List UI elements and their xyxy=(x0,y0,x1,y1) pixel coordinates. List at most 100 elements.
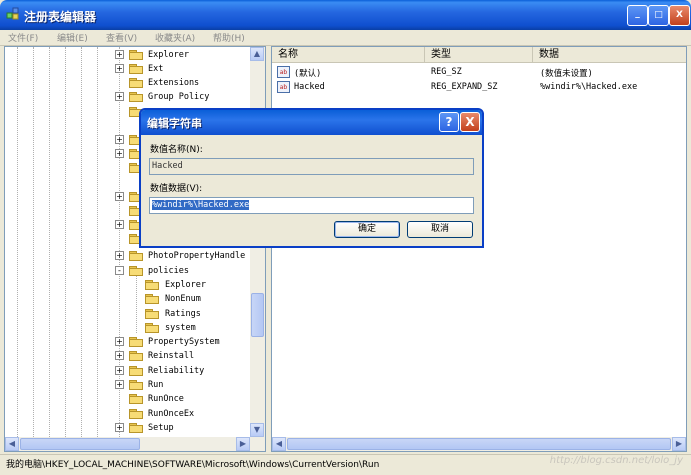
folder-open-icon xyxy=(129,266,143,276)
folder-icon xyxy=(129,78,143,88)
registry-path: 我的电脑\HKEY_LOCAL_MACHINE\SOFTWARE\Microso… xyxy=(6,460,380,470)
folder-icon xyxy=(129,409,143,419)
menu-edit[interactable]: 编辑(E) xyxy=(57,31,88,44)
value-name-field[interactable]: Hacked xyxy=(149,158,474,175)
expander-plus-icon[interactable]: + xyxy=(115,92,124,101)
tree-item-label: Group Policy xyxy=(148,92,210,102)
tree-item-label: Ext xyxy=(148,64,164,74)
tree-item-label: PhotoPropertyHandle xyxy=(148,251,246,261)
edit-string-dialog[interactable]: 编辑字符串 ? X 数值名称(N): Hacked 数值数据(V): %wind… xyxy=(139,108,484,248)
menu-favorites[interactable]: 收藏夹(A) xyxy=(155,31,195,44)
expander-plus-icon[interactable]: + xyxy=(115,135,124,144)
title-bar[interactable]: 注册表编辑器 _ □ X xyxy=(0,0,691,30)
value-type: REG_EXPAND_SZ xyxy=(431,82,498,92)
expander-plus-icon[interactable]: + xyxy=(115,192,124,201)
folder-icon xyxy=(145,323,159,333)
registry-editor-icon xyxy=(6,7,19,20)
dialog-close-button[interactable]: X xyxy=(460,112,480,132)
menu-view[interactable]: 查看(V) xyxy=(106,31,137,44)
value-data: (数值未设置) xyxy=(540,69,593,79)
value-name-label: 数值名称(N): xyxy=(150,145,203,155)
scroll-left-icon[interactable]: ◀ xyxy=(272,437,286,451)
menu-help[interactable]: 帮助(H) xyxy=(213,31,245,44)
expander-plus-icon[interactable]: + xyxy=(115,423,124,432)
menu-file[interactable]: 文件(F) xyxy=(8,31,38,44)
expander-plus-icon[interactable]: + xyxy=(115,351,124,360)
folder-icon xyxy=(129,92,143,102)
expander-plus-icon[interactable]: + xyxy=(115,366,124,375)
folder-icon xyxy=(129,366,143,376)
expander-plus-icon[interactable]: + xyxy=(115,380,124,389)
tree-item-label: Explorer xyxy=(148,50,189,60)
folder-icon xyxy=(129,251,143,261)
expander-plus-icon[interactable]: + xyxy=(115,220,124,229)
tree-item-label: Explorer xyxy=(165,280,206,290)
scroll-thumb[interactable] xyxy=(20,438,140,450)
close-button[interactable]: X xyxy=(669,5,690,26)
tree-horizontal-scrollbar[interactable]: ◀ ▶ xyxy=(5,437,265,451)
scroll-down-icon[interactable]: ▼ xyxy=(250,423,264,437)
folder-icon xyxy=(145,280,159,290)
minimize-button[interactable]: _ xyxy=(627,5,648,26)
scroll-thumb[interactable] xyxy=(251,293,264,337)
dialog-title-bar[interactable]: 编辑字符串 ? X xyxy=(141,110,482,135)
string-value-icon: ab xyxy=(277,81,290,93)
scroll-left-icon[interactable]: ◀ xyxy=(5,437,19,451)
values-list[interactable]: 名称 类型 数据 ab (默认) REG_SZ (数值未设置) ab Hacke… xyxy=(271,46,687,452)
column-header-type[interactable]: 类型 xyxy=(425,47,533,63)
folder-icon xyxy=(129,351,143,361)
ok-button[interactable]: 确定 xyxy=(334,221,400,238)
list-row[interactable]: ab (默认) REG_SZ (数值未设置) xyxy=(272,65,686,80)
folder-icon xyxy=(129,337,143,347)
watermark: http://blog.csdn.net/lolo_jy xyxy=(549,455,683,466)
tree-item-label: Reinstall xyxy=(148,351,195,361)
value-data: %windir%\Hacked.exe xyxy=(540,82,638,92)
maximize-button[interactable]: □ xyxy=(648,5,669,26)
help-button[interactable]: ? xyxy=(439,112,459,132)
tree-item-label: Reliability xyxy=(148,366,205,376)
tree-item-label: Extensions xyxy=(148,78,200,88)
list-horizontal-scrollbar[interactable]: ◀ ▶ xyxy=(272,437,686,451)
expander-plus-icon[interactable]: + xyxy=(115,251,124,260)
folder-icon xyxy=(129,423,143,433)
expander-minus-icon[interactable]: - xyxy=(115,266,124,275)
scroll-right-icon[interactable]: ▶ xyxy=(236,437,250,451)
folder-icon xyxy=(129,394,143,404)
tree-item-label: Ratings xyxy=(165,309,201,319)
value-data-label: 数值数据(V): xyxy=(150,184,203,194)
column-header-name[interactable]: 名称 xyxy=(272,47,425,63)
window-title: 注册表编辑器 xyxy=(24,10,97,24)
scroll-right-icon[interactable]: ▶ xyxy=(672,437,686,451)
expander-plus-icon[interactable]: + xyxy=(115,337,124,346)
expander-plus-icon[interactable]: + xyxy=(115,50,124,59)
string-value-icon: ab xyxy=(277,66,290,78)
tree-item-label: system xyxy=(165,323,196,333)
column-header-data[interactable]: 数据 xyxy=(533,47,686,63)
tree-item-label: Setup xyxy=(148,423,174,433)
expander-plus-icon[interactable]: + xyxy=(115,64,124,73)
list-row[interactable]: ab Hacked REG_EXPAND_SZ %windir%\Hacked.… xyxy=(272,80,686,95)
cancel-button[interactable]: 取消 xyxy=(407,221,473,238)
tree-item-label: Run xyxy=(148,380,164,390)
expander-plus-icon[interactable]: + xyxy=(115,149,124,158)
folder-icon xyxy=(129,50,143,60)
scroll-thumb[interactable] xyxy=(287,438,671,450)
folder-icon xyxy=(129,64,143,74)
folder-icon xyxy=(145,294,159,304)
dialog-title: 编辑字符串 xyxy=(147,117,202,130)
tree-item-label: policies xyxy=(148,266,189,276)
registry-tree[interactable]: + Explorer + Ext Extensions + Group Poli… xyxy=(4,46,266,452)
folder-icon xyxy=(145,309,159,319)
value-name: (默认) xyxy=(294,69,322,79)
menu-bar: 文件(F) 编辑(E) 查看(V) 收藏夹(A) 帮助(H) xyxy=(0,30,691,46)
value-name: Hacked xyxy=(294,82,325,92)
tree-item-label: RunOnceEx xyxy=(148,409,195,419)
tree-item-label: NonEnum xyxy=(165,294,201,304)
value-type: REG_SZ xyxy=(431,67,462,77)
tree-item-label: PropertySystem xyxy=(148,337,220,347)
folder-open-icon xyxy=(129,380,143,390)
scroll-up-icon[interactable]: ▲ xyxy=(250,47,264,61)
tree-item-label: RunOnce xyxy=(148,394,184,404)
value-data-field[interactable]: %windir%\Hacked.exe xyxy=(149,197,474,214)
value-data-text: %windir%\Hacked.exe xyxy=(152,200,250,210)
